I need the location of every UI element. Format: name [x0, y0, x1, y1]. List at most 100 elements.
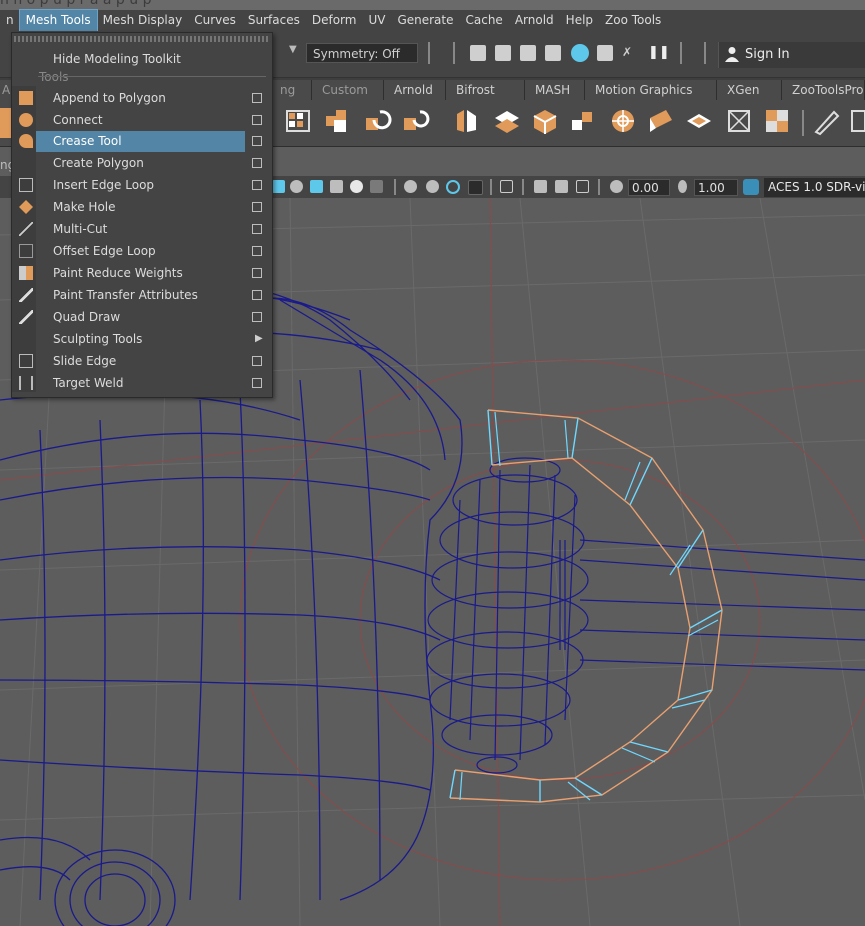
pause-icon[interactable]: ❚❚: [648, 45, 670, 61]
light-bulb-icon[interactable]: [350, 180, 363, 193]
menu-item-insert-edge-loop[interactable]: Insert Edge Loop: [12, 175, 268, 196]
xray-joints-icon[interactable]: [555, 180, 568, 193]
shelf-wheel-icon[interactable]: [608, 106, 638, 136]
option-box[interactable]: [252, 158, 262, 168]
gamma-field[interactable]: 1.00: [694, 179, 738, 196]
menu-item-connect[interactable]: Connect: [12, 110, 268, 131]
ambient-occlusion-icon[interactable]: [404, 180, 417, 193]
menu-item-make-hole[interactable]: Make Hole: [12, 197, 268, 218]
anti-alias-icon[interactable]: [446, 180, 460, 194]
arnold-render-icon[interactable]: ✗: [622, 45, 638, 61]
menu-help[interactable]: Help: [560, 10, 599, 31]
option-box[interactable]: [252, 356, 262, 366]
textured-icon[interactable]: [310, 180, 323, 193]
menu-deform[interactable]: Deform: [306, 10, 363, 31]
color-management-toggle[interactable]: [743, 179, 759, 195]
chevron-down-icon[interactable]: ▼: [289, 44, 297, 55]
option-box[interactable]: [252, 202, 262, 212]
menu-mesh-display[interactable]: Mesh Display: [97, 10, 189, 31]
exposure-icon[interactable]: [610, 180, 623, 193]
menu-item-paint-reduce-weights[interactable]: Paint Reduce Weights: [12, 263, 268, 284]
option-box[interactable]: [252, 246, 262, 256]
sign-in-button[interactable]: Sign In: [718, 42, 865, 68]
tab-arnold[interactable]: Arnold: [384, 80, 446, 100]
menu-item-slide-edge[interactable]: Slide Edge: [12, 351, 268, 372]
menu-item-sculpting-tools[interactable]: Sculpting Tools ▶: [12, 329, 268, 350]
tab-xgen[interactable]: XGen: [717, 80, 782, 100]
option-box[interactable]: [252, 115, 262, 125]
menu-item-quad-draw[interactable]: Quad Draw: [12, 307, 268, 328]
menu-zoo-tools[interactable]: Zoo Tools: [599, 10, 667, 31]
option-box[interactable]: [252, 312, 262, 322]
option-box[interactable]: [252, 224, 262, 234]
menu-arnold[interactable]: Arnold: [509, 10, 560, 31]
render-setup-icon[interactable]: [597, 45, 613, 61]
xray-active-icon[interactable]: [576, 180, 589, 193]
menu-uv[interactable]: UV: [362, 10, 391, 31]
shelf-grid-icon[interactable]: [283, 106, 313, 136]
motion-blur-icon[interactable]: [426, 180, 439, 193]
menu-cache[interactable]: Cache: [460, 10, 509, 31]
shelf-extrude-icon[interactable]: [530, 106, 560, 136]
render-view-icon[interactable]: [470, 45, 486, 61]
shelf-mirror-icon[interactable]: [452, 106, 482, 136]
offset-edge-loop-icon: [19, 244, 33, 258]
menu-curves[interactable]: Curves: [188, 10, 242, 31]
option-box[interactable]: [252, 268, 262, 278]
ipr-render-icon[interactable]: [520, 45, 536, 61]
tab-motion-graphics[interactable]: Motion Graphics: [585, 80, 717, 100]
lights-icon[interactable]: [330, 180, 343, 193]
menu-generate[interactable]: Generate: [391, 10, 459, 31]
tab-zootoolspro[interactable]: ZooToolsPro: [782, 80, 865, 100]
menu-item-label: Paint Reduce Weights: [53, 266, 183, 280]
option-box[interactable]: [252, 180, 262, 190]
menu-mesh-tools[interactable]: Mesh Tools: [18, 9, 98, 32]
shelf-fill-hole-icon[interactable]: [646, 106, 676, 136]
menu-surfaces[interactable]: Surfaces: [242, 10, 306, 31]
option-box[interactable]: [252, 378, 262, 388]
option-box[interactable]: [252, 290, 262, 300]
shelf-bevel-icon[interactable]: [568, 106, 598, 136]
selected-ring: [449, 409, 723, 803]
hide-modeling-toolkit-item[interactable]: Hide Modeling Toolkit: [12, 49, 268, 70]
menu-item-multi-cut[interactable]: Multi-Cut: [12, 219, 268, 240]
tab-rendering[interactable]: ng: [270, 80, 312, 100]
shelf-clipped-icon[interactable]: [848, 106, 865, 136]
tear-off-handle[interactable]: [14, 36, 268, 42]
hypershade-icon[interactable]: [571, 44, 589, 62]
menu-item-label: Paint Transfer Attributes: [53, 288, 198, 302]
shadows-icon[interactable]: [370, 180, 383, 193]
tab-mash[interactable]: MASH: [525, 80, 585, 100]
tab-bifrost[interactable]: Bifrost: [446, 80, 525, 100]
shelf-smooth-icon[interactable]: [684, 106, 714, 136]
shelf-bridge-icon[interactable]: [492, 106, 522, 136]
render-settings-icon[interactable]: [545, 45, 561, 61]
shelf-pencil-icon[interactable]: [812, 106, 842, 136]
smooth-shade-icon[interactable]: [290, 180, 303, 193]
color-space-dropdown[interactable]: ACES 1.0 SDR-video: [764, 178, 865, 197]
shelf-separate-icon[interactable]: [362, 106, 392, 136]
edge-loop-icon: [19, 178, 33, 192]
depth-icon[interactable]: [468, 180, 483, 195]
exposure-field[interactable]: 0.00: [628, 179, 670, 196]
menu-item-paint-transfer-attributes[interactable]: Paint Transfer Attributes: [12, 285, 268, 306]
render-frame-icon[interactable]: [495, 45, 511, 61]
isolate-select-icon[interactable]: [500, 180, 513, 193]
gamma-icon[interactable]: [678, 180, 687, 193]
shelf-checker-icon[interactable]: [762, 106, 792, 136]
shelf-transform-icon[interactable]: [724, 106, 754, 136]
shading-icon[interactable]: [272, 180, 285, 193]
menu-item-append-to-polygon[interactable]: Append to Polygon: [12, 88, 268, 109]
option-box[interactable]: [252, 93, 262, 103]
xray-icon[interactable]: [534, 180, 547, 193]
menu-item-crease-tool[interactable]: Crease Tool: [12, 131, 268, 152]
symmetry-dropdown[interactable]: Symmetry: Off: [306, 43, 418, 63]
tab-custom[interactable]: Custom: [312, 80, 384, 100]
menu-item-offset-edge-loop[interactable]: Offset Edge Loop: [12, 241, 268, 262]
shelf-extract-icon[interactable]: [400, 106, 430, 136]
menu-item-create-polygon[interactable]: Create Polygon: [12, 153, 268, 174]
menu-file-truncated[interactable]: n: [0, 10, 20, 31]
menu-item-target-weld[interactable]: Target Weld: [12, 373, 268, 394]
shelf-combine-icon[interactable]: [322, 106, 352, 136]
option-box[interactable]: [252, 136, 262, 146]
